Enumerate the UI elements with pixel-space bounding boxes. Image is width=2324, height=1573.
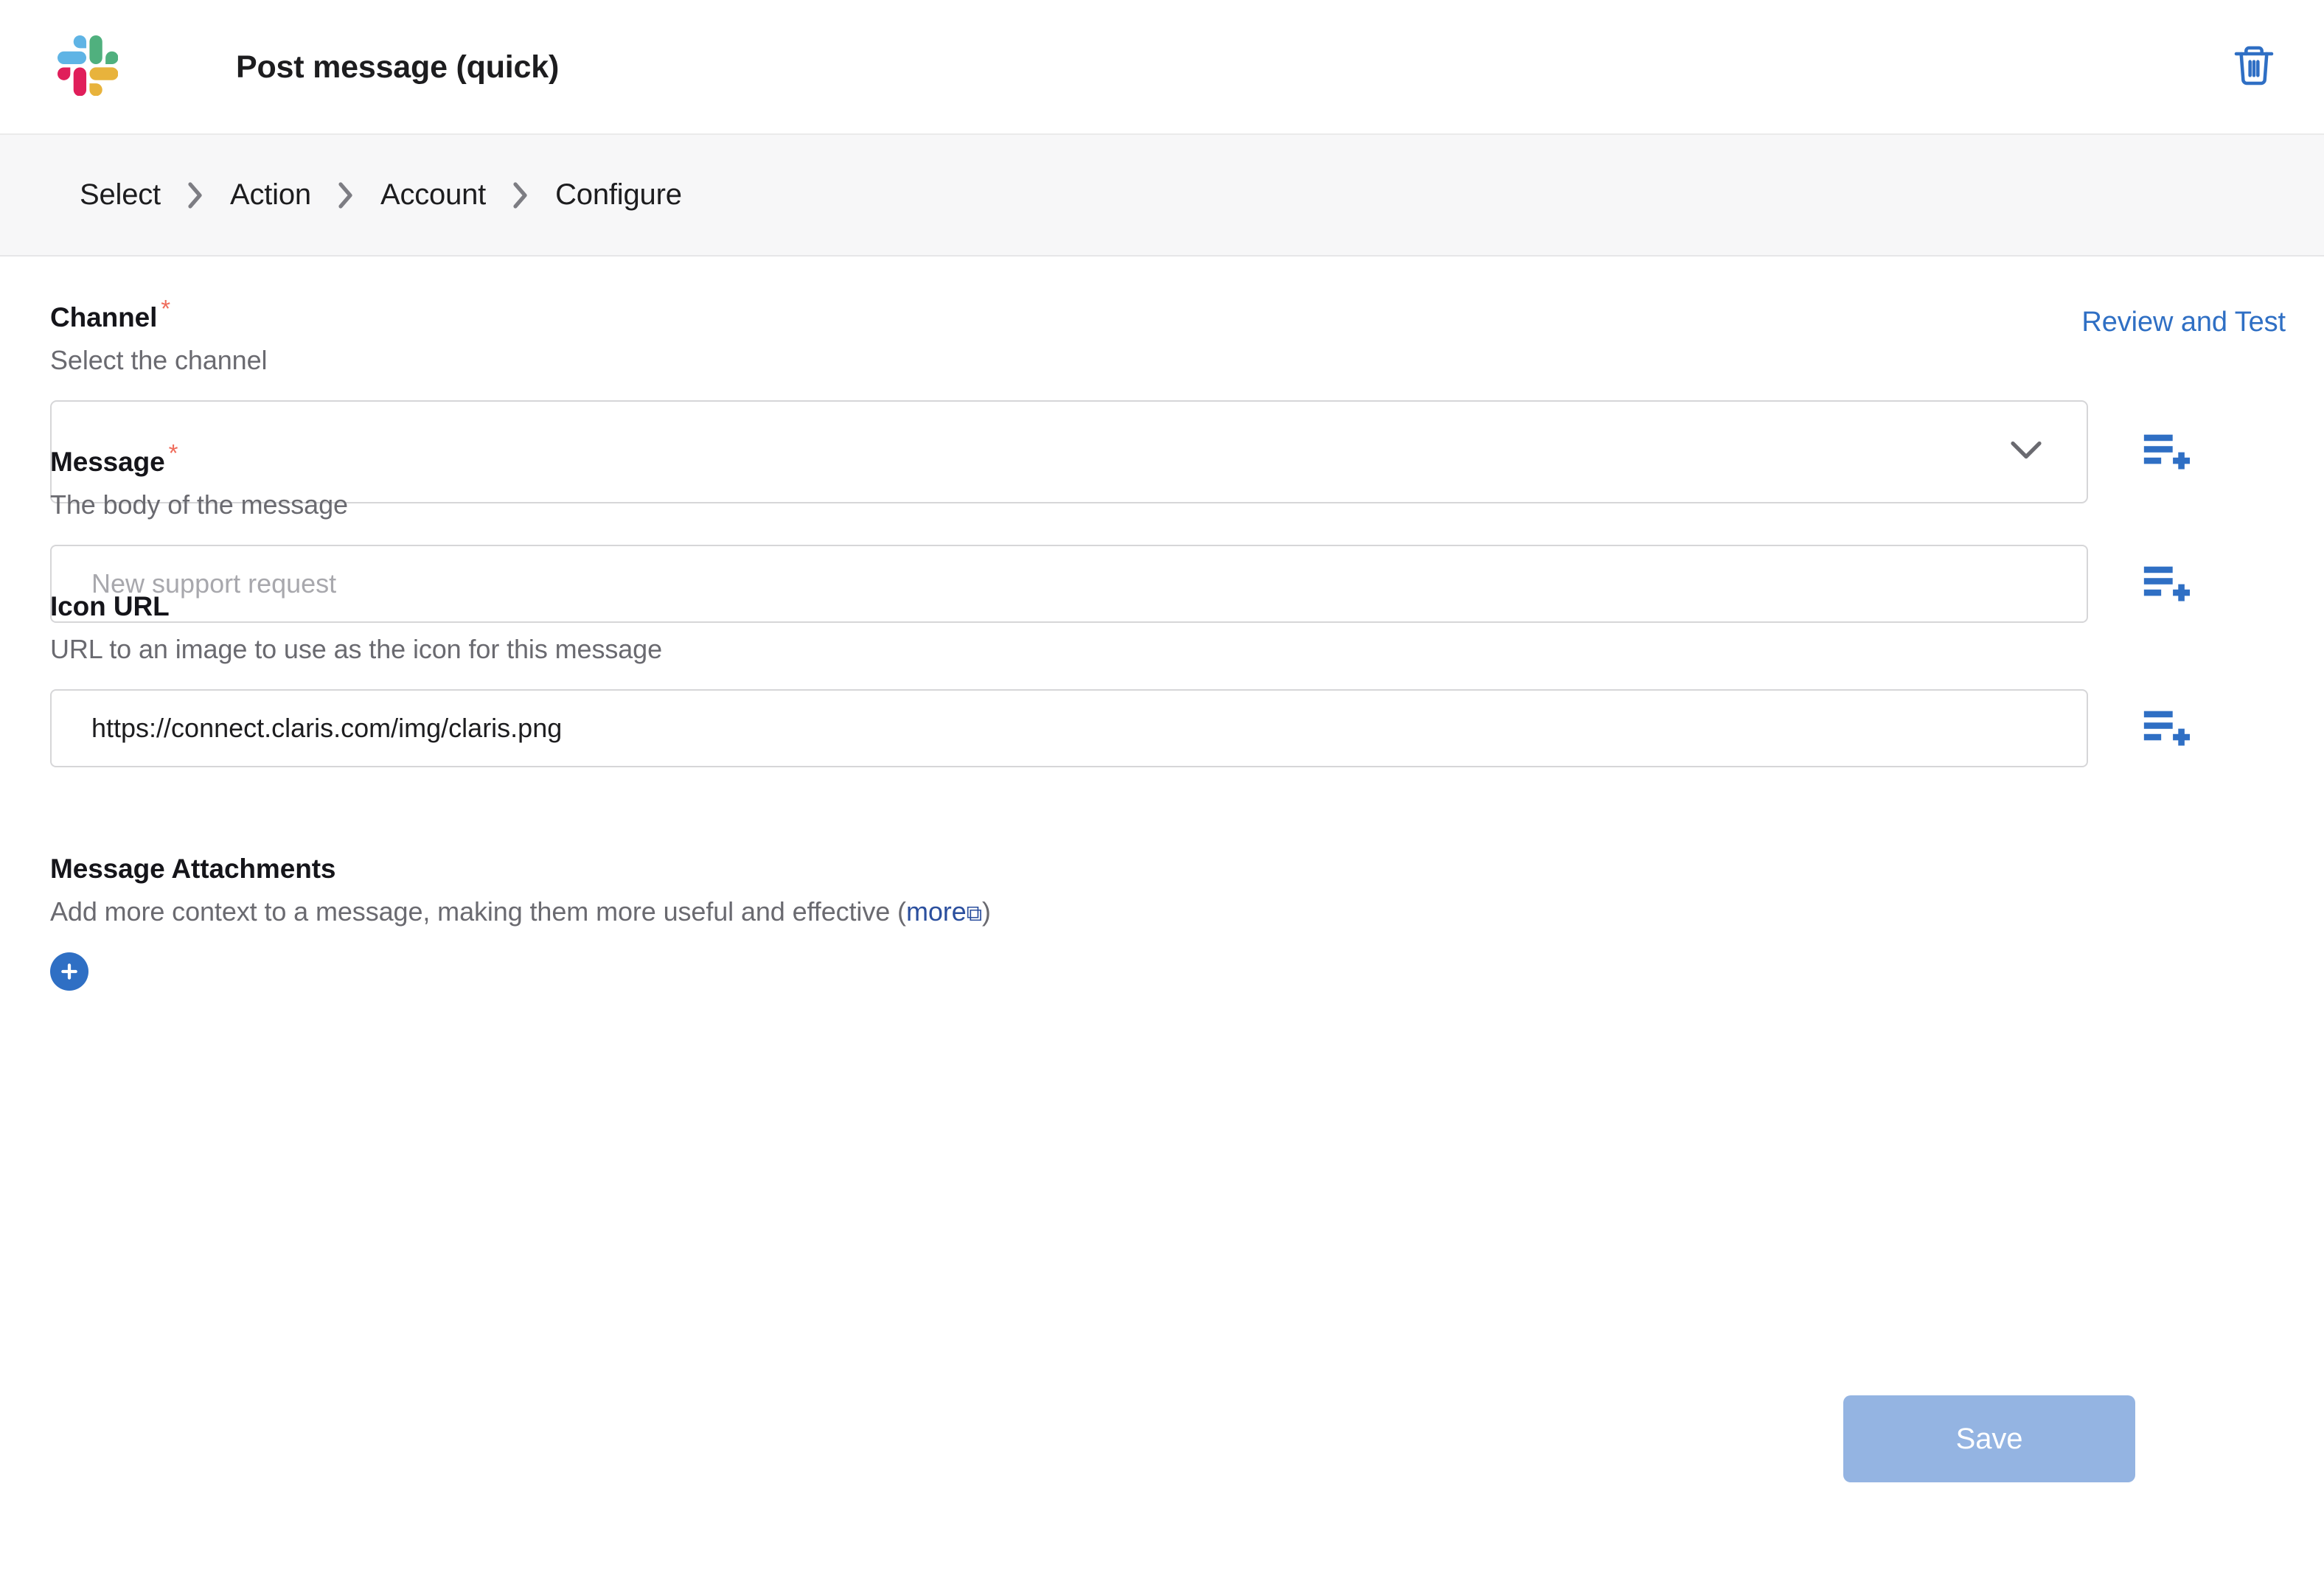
message-label: Message* [50, 447, 2193, 478]
breadcrumb-item-configure[interactable]: Configure [555, 178, 682, 212]
icon-url-input-row [50, 689, 2193, 767]
app-header: Post message (quick) [0, 0, 2324, 135]
attachments-desc-prefix: Add more context to a message, making th… [50, 896, 906, 927]
more-link[interactable]: more [906, 896, 967, 927]
chevron-right-icon [511, 181, 530, 210]
post-message-configure-page: Post message (quick) Select Action Accou… [0, 0, 2324, 1573]
breadcrumb-item-action[interactable]: Action [230, 178, 311, 212]
channel-description: Select the channel [50, 345, 2193, 376]
chevron-right-icon [336, 181, 355, 210]
insert-variable-icon-icon-url[interactable] [2138, 701, 2193, 756]
icon-url-input[interactable] [50, 689, 2088, 767]
breadcrumb-item-select[interactable]: Select [80, 178, 161, 212]
page-title: Post message (quick) [236, 0, 559, 135]
add-attachment-button[interactable] [50, 952, 88, 991]
delete-button[interactable] [2225, 38, 2283, 96]
breadcrumb-item-account[interactable]: Account [380, 178, 486, 212]
required-marker: * [161, 295, 170, 322]
trash-icon [2230, 42, 2278, 93]
chevron-right-icon [186, 181, 205, 210]
required-marker: * [169, 439, 178, 467]
message-description: The body of the message [50, 489, 2193, 520]
plus-circle-icon [58, 960, 81, 983]
icon-url-description: URL to an image to use as the icon for t… [50, 634, 2193, 665]
external-link-icon[interactable]: ⧉ [967, 901, 982, 926]
field-message-attachments: Message Attachments Add more context to … [50, 854, 991, 991]
attachments-desc-suffix: ) [982, 896, 991, 927]
icon-url-label: Icon URL [50, 591, 2193, 622]
configure-form: Review and Test Channel* Select the chan… [0, 257, 2324, 1573]
breadcrumb: Select Action Account Configure [0, 135, 2324, 257]
save-button[interactable]: Save [1843, 1395, 2135, 1482]
field-icon-url: Icon URL URL to an image to use as the i… [50, 591, 2193, 767]
channel-label: Channel* [50, 302, 2193, 333]
message-attachments-description: Add more context to a message, making th… [50, 896, 991, 927]
slack-logo [58, 35, 118, 96]
message-attachments-label: Message Attachments [50, 854, 991, 885]
